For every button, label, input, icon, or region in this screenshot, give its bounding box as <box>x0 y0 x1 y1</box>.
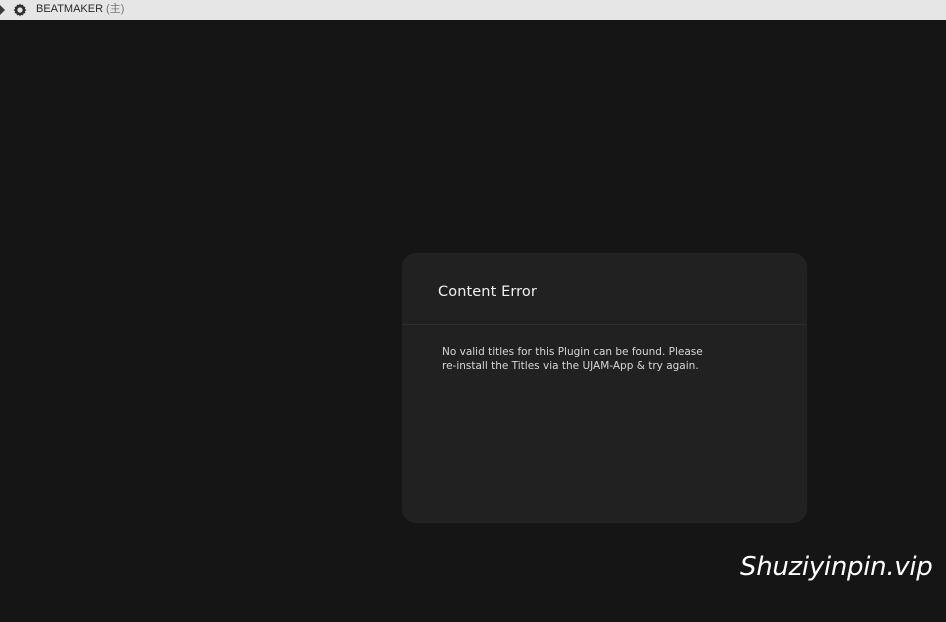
window-titlebar: BEATMAKER (主) <box>0 0 946 20</box>
dialog-message-line-2: re-install the Titles via the UJAM-App &… <box>442 360 699 372</box>
window-title: BEATMAKER (主) <box>36 2 124 17</box>
dialog-message-line-1: No valid titles for this Plugin can be f… <box>442 346 703 358</box>
dialog-message: No valid titles for this Plugin can be f… <box>442 345 762 373</box>
title-suffix: (主) <box>106 3 125 15</box>
app-name: BEATMAKER <box>36 3 104 15</box>
dialog-header: Content Error <box>402 253 807 325</box>
gear-icon[interactable] <box>12 2 28 18</box>
watermark-text: Shuziyinpin.vip <box>740 552 933 582</box>
content-error-dialog: Content Error No valid titles for this P… <box>402 253 807 523</box>
expand-arrow-icon[interactable] <box>0 5 5 15</box>
dialog-title: Content Error <box>438 284 537 300</box>
